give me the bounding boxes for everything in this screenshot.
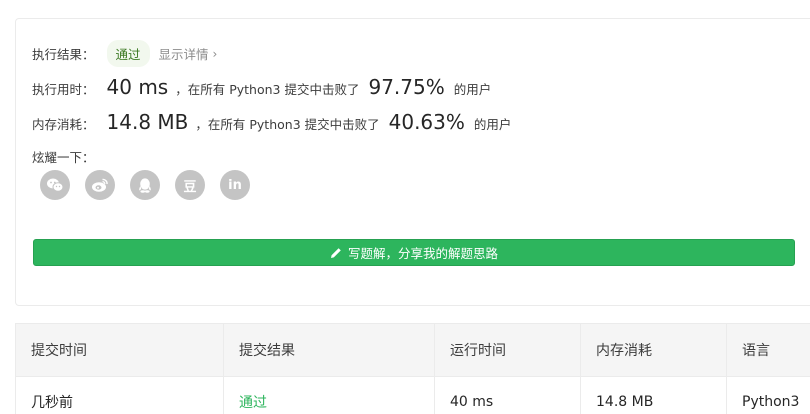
write-solution-button[interactable]: 写题解，分享我的解题思路 [33,239,795,266]
submission-result-card: 执行结果： 通过 显示详情 › 执行用时： 40 ms ，在所有 Python3… [15,18,810,306]
header-submit-time[interactable]: 提交时间 [16,324,224,376]
memory-row: 内存消耗： 14.8 MB ，在所有 Python3 提交中击败了 40.63%… [32,110,511,134]
linkedin-icon-glyph: in [228,177,242,193]
status-badge: 通过 [106,40,150,67]
memory-value: 14.8 MB [106,110,189,134]
runtime-suffix: 的用户 [453,82,492,97]
pencil-icon [330,247,342,259]
memory-suffix: 的用户 [473,117,512,132]
header-memory[interactable]: 内存消耗 [581,324,727,376]
cell-submit-time: 几秒前 [16,377,224,414]
memory-label: 内存消耗： [32,117,95,132]
show-details-link[interactable]: 显示详情 › [159,44,218,63]
runtime-row: 执行用时： 40 ms ，在所有 Python3 提交中击败了 97.75% 的… [32,75,491,99]
write-solution-label: 写题解，分享我的解题思路 [347,246,498,261]
cell-runtime: 40 ms [435,377,581,414]
cell-memory: 14.8 MB [581,377,727,414]
cell-language: Python3 [742,394,800,410]
header-runtime[interactable]: 运行时间 [435,324,581,376]
show-details-label: 显示详情 [158,47,209,62]
runtime-prefix: ，在所有 Python3 提交中击败了 [175,82,360,97]
table-row: 几秒前 通过 40 ms 14.8 MB Python3 [16,377,810,414]
header-submit-result[interactable]: 提交结果 [224,324,435,376]
runtime-label: 执行用时： [32,82,95,97]
chevron-right-icon: › [212,46,218,61]
qq-icon[interactable] [130,170,160,200]
share-icons: 豆 in [40,170,265,200]
submissions-table: 提交时间 提交结果 运行时间 内存消耗 语言 几秒前 通过 40 ms 14.8… [15,323,810,414]
runtime-percent: 97.75% [368,75,445,99]
memory-prefix: ，在所有 Python3 提交中击败了 [195,117,380,132]
linkedin-icon[interactable]: in [220,170,250,200]
result-label: 执行结果： [32,47,95,62]
table-header: 提交时间 提交结果 运行时间 内存消耗 语言 [16,324,810,377]
runtime-value: 40 ms [106,75,169,99]
wechat-icon[interactable] [40,170,70,200]
douban-icon[interactable]: 豆 [175,170,205,200]
header-language[interactable]: 语言 [727,324,810,376]
result-row: 执行结果： 通过 显示详情 › [32,40,217,67]
weibo-icon[interactable] [85,170,115,200]
cell-submit-result[interactable]: 通过 [224,377,435,414]
memory-percent: 40.63% [388,110,465,134]
share-label: 炫耀一下： [32,150,95,165]
douban-icon-glyph: 豆 [183,179,197,195]
